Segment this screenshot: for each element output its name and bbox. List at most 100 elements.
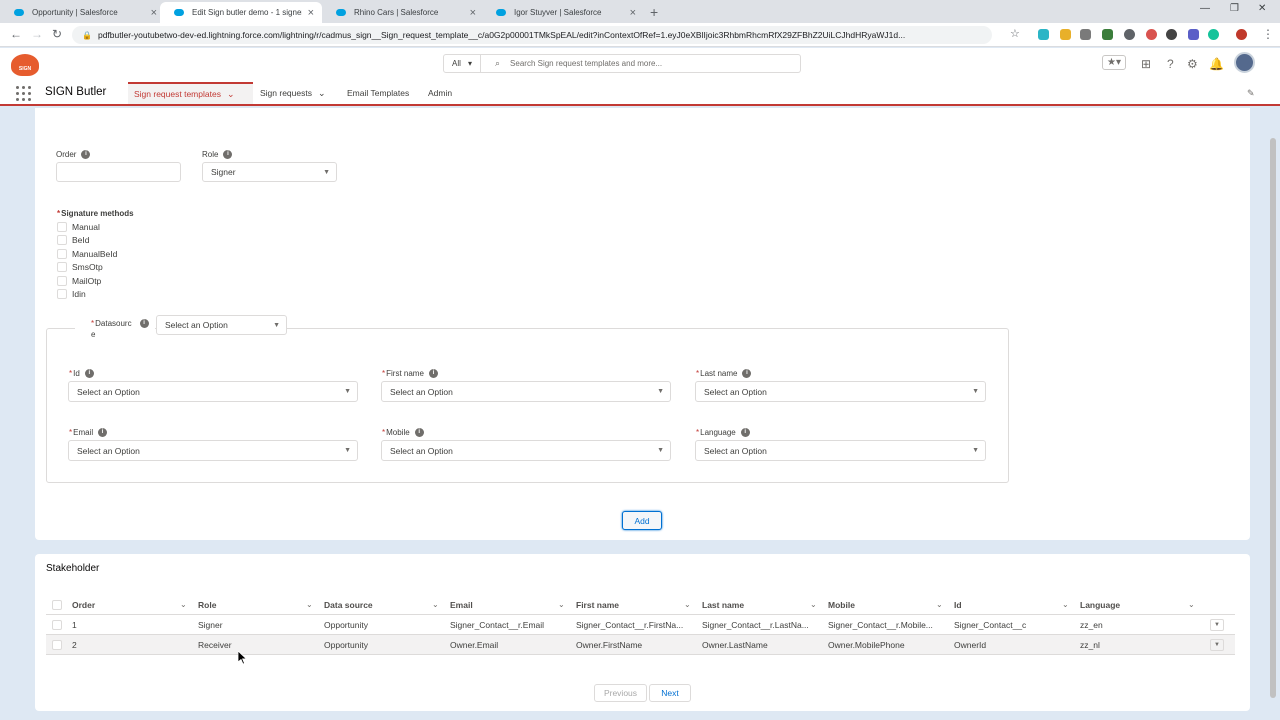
- info-icon[interactable]: i: [81, 150, 91, 159]
- info-icon[interactable]: i: [98, 428, 108, 437]
- chevron-down-icon[interactable]: ⌄: [936, 600, 943, 609]
- row-action-menu[interactable]: ▼: [1210, 619, 1224, 631]
- mobile-select[interactable]: Select an Option ▼: [381, 440, 671, 461]
- nav-item-sign-requests[interactable]: Sign requests ⌄: [254, 82, 332, 104]
- column-header-last-name[interactable]: Last name: [702, 595, 802, 615]
- checkbox[interactable]: [57, 249, 67, 259]
- datasource-select[interactable]: Select an Option ▼: [156, 315, 287, 335]
- extension-icon[interactable]: [1188, 29, 1199, 40]
- nav-item-admin[interactable]: Admin: [422, 82, 458, 104]
- info-icon[interactable]: i: [223, 150, 233, 159]
- column-header-role[interactable]: Role: [198, 595, 298, 615]
- close-icon[interactable]: ×: [151, 7, 157, 19]
- chevron-down-icon[interactable]: ⌄: [684, 600, 691, 609]
- extension-icon[interactable]: [1080, 29, 1091, 40]
- column-header-id[interactable]: Id: [954, 595, 1054, 615]
- search-scope-select[interactable]: All ▾: [443, 54, 481, 73]
- column-header-order[interactable]: Order: [72, 595, 172, 615]
- close-window-icon[interactable]: ✕: [1258, 3, 1266, 14]
- setup-gear-icon[interactable]: ⚙: [1187, 57, 1198, 71]
- browser-tab-edit-sign-butler[interactable]: Edit Sign butler demo - 1 signer ×: [160, 2, 322, 23]
- chevron-down-icon[interactable]: ⌄: [318, 88, 326, 99]
- id-select[interactable]: Select an Option ▼: [68, 381, 358, 402]
- new-tab-icon[interactable]: +: [650, 4, 658, 20]
- back-icon[interactable]: ←: [10, 27, 22, 41]
- app-launcher-icon[interactable]: [16, 86, 31, 101]
- global-actions-icon[interactable]: ⊞: [1141, 57, 1151, 71]
- signature-method-beid[interactable]: BeId: [57, 235, 90, 245]
- table-row[interactable]: 1 Signer Opportunity Signer_Contact__r.E…: [46, 615, 1235, 635]
- checkbox[interactable]: [57, 222, 67, 232]
- chevron-down-icon[interactable]: ⌄: [432, 600, 439, 609]
- extension-icon[interactable]: [1060, 29, 1071, 40]
- close-icon[interactable]: ×: [630, 7, 636, 19]
- avatar[interactable]: [1234, 52, 1255, 73]
- column-header-email[interactable]: Email: [450, 595, 550, 615]
- minimize-icon[interactable]: —: [1200, 3, 1210, 14]
- edit-nav-pencil-icon[interactable]: ✎: [1247, 88, 1255, 99]
- previous-button[interactable]: Previous: [594, 684, 647, 702]
- chevron-down-icon[interactable]: ⌄: [810, 600, 817, 609]
- favorites-icon[interactable]: ★▾: [1102, 55, 1126, 70]
- next-button[interactable]: Next: [649, 684, 691, 702]
- reload-icon[interactable]: ↻: [52, 27, 62, 41]
- nav-item-email-templates[interactable]: Email Templates: [341, 82, 415, 104]
- restore-icon[interactable]: ❐: [1230, 3, 1239, 14]
- extension-icon[interactable]: [1102, 29, 1113, 40]
- extension-icon[interactable]: [1208, 29, 1219, 40]
- help-icon[interactable]: ?: [1167, 57, 1174, 71]
- close-icon[interactable]: ×: [470, 7, 476, 19]
- chevron-down-icon[interactable]: ⌄: [1188, 600, 1195, 609]
- browser-tab-igor-stuyver[interactable]: Igor Stuyver | Salesforce ×: [482, 2, 644, 23]
- browser-tab-rhino-cars[interactable]: Rhino Cars | Salesforce ×: [322, 2, 484, 23]
- extension-icon[interactable]: [1146, 29, 1157, 40]
- bookmark-star-icon[interactable]: ☆: [1010, 27, 1020, 40]
- chevron-down-icon[interactable]: ⌄: [1062, 600, 1069, 609]
- page-scrollbar[interactable]: [1268, 108, 1278, 720]
- scrollbar-thumb[interactable]: [1270, 138, 1276, 698]
- signature-method-idin[interactable]: Idin: [57, 289, 86, 299]
- chevron-down-icon[interactable]: ⌄: [180, 600, 187, 609]
- info-icon[interactable]: i: [84, 369, 94, 378]
- column-header-language[interactable]: Language: [1080, 595, 1180, 615]
- chevron-down-icon[interactable]: ⌄: [306, 600, 313, 609]
- email-select[interactable]: Select an Option ▼: [68, 440, 358, 461]
- extension-icon[interactable]: [1166, 29, 1177, 40]
- browser-tab-opportunity[interactable]: Opportunity | Salesforce ×: [0, 2, 165, 23]
- extension-icon[interactable]: [1038, 29, 1049, 40]
- last-name-select[interactable]: Select an Option ▼: [695, 381, 986, 402]
- extension-icon[interactable]: [1124, 29, 1135, 40]
- column-header-data-source[interactable]: Data source: [324, 595, 424, 615]
- checkbox[interactable]: [57, 235, 67, 245]
- checkbox[interactable]: [57, 262, 67, 272]
- row-checkbox[interactable]: [52, 640, 62, 650]
- column-header-first-name[interactable]: First name: [576, 595, 676, 615]
- url-field[interactable]: 🔒 pdfbutler-youtubetwo-dev-ed.lightning.…: [72, 26, 992, 44]
- signature-method-manual[interactable]: Manual: [57, 222, 100, 232]
- table-row[interactable]: 2 Receiver Opportunity Owner.Email Owner…: [46, 635, 1235, 655]
- chevron-down-icon[interactable]: ⌄: [558, 600, 565, 609]
- row-checkbox[interactable]: [52, 620, 62, 630]
- notifications-bell-icon[interactable]: 🔔: [1209, 57, 1224, 71]
- info-icon[interactable]: i: [414, 428, 424, 437]
- row-action-menu[interactable]: ▼: [1210, 639, 1224, 651]
- forward-icon[interactable]: →: [31, 27, 43, 41]
- close-icon[interactable]: ×: [308, 7, 314, 19]
- signature-method-mailotp[interactable]: MailOtp: [57, 276, 101, 286]
- profile-icon[interactable]: [1236, 29, 1247, 40]
- signature-method-smsotp[interactable]: SmsOtp: [57, 262, 103, 272]
- first-name-select[interactable]: Select an Option ▼: [381, 381, 671, 402]
- order-input[interactable]: [56, 162, 181, 182]
- nav-item-sign-request-templates[interactable]: Sign request templates ⌄: [128, 82, 253, 104]
- checkbox[interactable]: [57, 276, 67, 286]
- info-icon[interactable]: i: [740, 428, 750, 437]
- role-select[interactable]: Signer ▼: [202, 162, 337, 182]
- language-select[interactable]: Select an Option ▼: [695, 440, 986, 461]
- info-icon[interactable]: i: [742, 369, 752, 378]
- chevron-down-icon[interactable]: ⌄: [227, 89, 235, 100]
- info-icon[interactable]: i: [428, 369, 438, 378]
- menu-icon[interactable]: ⋮: [1262, 27, 1274, 41]
- checkbox[interactable]: [57, 289, 67, 299]
- add-button[interactable]: Add: [622, 511, 662, 530]
- info-icon[interactable]: i: [139, 319, 149, 328]
